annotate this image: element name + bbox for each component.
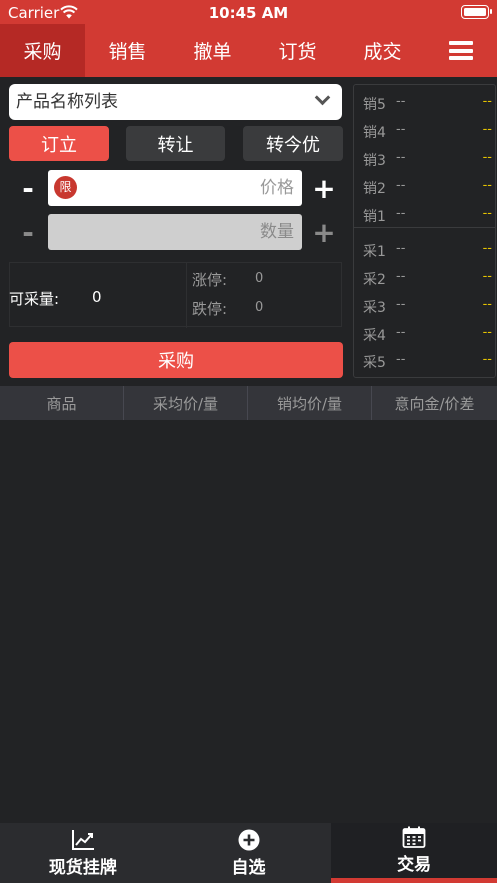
buy-level-label: 采4: [363, 328, 386, 344]
product-select-value: 产品名称列表: [16, 92, 118, 112]
order-book-divider: [354, 227, 495, 228]
sell-level-label: 销2: [363, 181, 386, 197]
sell-level-label: 销4: [363, 125, 386, 141]
buy-level-1: 采1 -- --: [354, 237, 495, 260]
sell-level-1: 销1 -- --: [354, 202, 495, 225]
sell-level-volume: --: [482, 206, 492, 221]
price-minus-button[interactable]: -: [9, 170, 47, 206]
limit-up-label: 涨停:: [192, 271, 228, 289]
buy-level-label: 采1: [363, 244, 386, 260]
available-quantity-value: 0: [92, 288, 102, 306]
app-header: Carrier 10:45 AM 采购 销售 撤单 订货 成交: [0, 0, 497, 77]
mode-transfer-today-button[interactable]: 转今优: [243, 126, 343, 161]
bottom-tab-label: 自选: [231, 857, 266, 878]
sell-level-price: --: [396, 206, 406, 221]
buy-level-volume: --: [482, 241, 492, 256]
status-bar: Carrier 10:45 AM: [0, 0, 497, 26]
mode-open-button[interactable]: 订立: [9, 126, 109, 161]
bottom-tab-spot-listing[interactable]: 现货挂牌: [0, 823, 166, 883]
sell-level-4: 销4 -- --: [354, 118, 495, 141]
buy-level-price: --: [396, 269, 406, 284]
buy-level-label: 采2: [363, 272, 386, 288]
trade-info-panel: 可采量: 0 涨停: 0 跌停: 0: [9, 262, 342, 328]
tab-cancel-order[interactable]: 撤单: [170, 24, 255, 77]
add-circle-icon: [238, 829, 259, 850]
column-header-product[interactable]: 商品: [0, 386, 124, 420]
limit-up-value: 0: [255, 271, 264, 286]
hamburger-menu-icon: [449, 41, 473, 60]
sell-level-label: 销3: [363, 153, 386, 169]
bottom-tab-watchlist[interactable]: 自选: [166, 823, 332, 883]
sell-level-volume: --: [482, 150, 492, 165]
quantity-input[interactable]: 数量: [48, 214, 302, 250]
sell-level-price: --: [396, 122, 406, 137]
top-tab-bar: 采购 销售 撤单 订货 成交: [0, 24, 497, 77]
battery-icon: [461, 5, 492, 19]
order-book: 销5 -- -- 销4 -- -- 销3 -- -- 销2 -- -- 销1 -…: [353, 84, 496, 378]
sell-level-price: --: [396, 150, 406, 165]
buy-level-4: 采4 -- --: [354, 321, 495, 344]
available-quantity-label: 可采量:: [9, 290, 60, 308]
quantity-minus-button[interactable]: -: [9, 214, 47, 250]
product-select[interactable]: 产品名称列表: [9, 84, 342, 120]
mode-transfer-button[interactable]: 转让: [126, 126, 225, 161]
info-divider: [186, 263, 187, 328]
sell-level-price: --: [396, 178, 406, 193]
price-stepper: - 限 价格 +: [9, 170, 343, 206]
buy-level-volume: --: [482, 352, 492, 367]
buy-level-price: --: [396, 241, 406, 256]
column-header-sell-avg[interactable]: 销均价/量: [248, 386, 372, 420]
sell-level-5: 销5 -- --: [354, 90, 495, 113]
sell-level-volume: --: [482, 94, 492, 109]
buy-level-price: --: [396, 297, 406, 312]
buy-level-3: 采3 -- --: [354, 293, 495, 316]
bottom-tab-bar: 现货挂牌 自选 交易: [0, 823, 497, 883]
sell-level-volume: --: [482, 122, 492, 137]
price-input[interactable]: 限 价格: [48, 170, 302, 206]
status-time: 10:45 AM: [208, 4, 289, 22]
buy-level-price: --: [396, 352, 406, 367]
price-plus-button[interactable]: +: [305, 170, 343, 206]
sell-level-price: --: [396, 94, 406, 109]
quantity-plus-button[interactable]: +: [305, 214, 343, 250]
bottom-tab-label: 交易: [397, 855, 432, 875]
purchase-submit-button[interactable]: 采购: [9, 342, 343, 378]
positions-table-header: 商品 采均价/量 销均价/量 意向金/价差: [0, 386, 497, 420]
buy-level-price: --: [396, 325, 406, 340]
buy-level-label: 采5: [363, 355, 386, 371]
quantity-stepper: - 数量 +: [9, 214, 343, 250]
buy-level-volume: --: [482, 297, 492, 312]
limit-down-value: 0: [255, 300, 264, 315]
price-placeholder: 价格: [260, 178, 294, 198]
buy-level-volume: --: [482, 325, 492, 340]
buy-level-volume: --: [482, 269, 492, 284]
tab-sell[interactable]: 销售: [85, 24, 170, 77]
bottom-tab-label: 现货挂牌: [48, 857, 117, 878]
sell-level-2: 销2 -- --: [354, 174, 495, 197]
chart-line-icon: [71, 829, 94, 850]
buy-level-2: 采2 -- --: [354, 265, 495, 288]
sell-level-label: 销5: [363, 97, 386, 113]
sell-level-volume: --: [482, 178, 492, 193]
tab-purchase[interactable]: 采购: [0, 24, 85, 77]
column-header-buy-avg[interactable]: 采均价/量: [124, 386, 248, 420]
buy-level-5: 采5 -- --: [354, 348, 495, 371]
limit-down-label: 跌停:: [192, 300, 228, 318]
chevron-down-icon: [314, 89, 331, 106]
menu-button[interactable]: [425, 24, 497, 77]
quantity-placeholder: 数量: [260, 222, 294, 242]
calendar-icon: [402, 826, 426, 848]
limit-order-badge: 限: [54, 176, 77, 199]
tab-deals[interactable]: 成交: [340, 24, 425, 77]
buy-level-label: 采3: [363, 300, 386, 316]
bottom-tab-trade[interactable]: 交易: [331, 823, 497, 883]
sell-level-label: 销1: [363, 209, 386, 225]
tab-order-goods[interactable]: 订货: [255, 24, 340, 77]
column-header-margin-spread[interactable]: 意向金/价差: [372, 386, 497, 420]
sell-level-3: 销3 -- --: [354, 146, 495, 169]
